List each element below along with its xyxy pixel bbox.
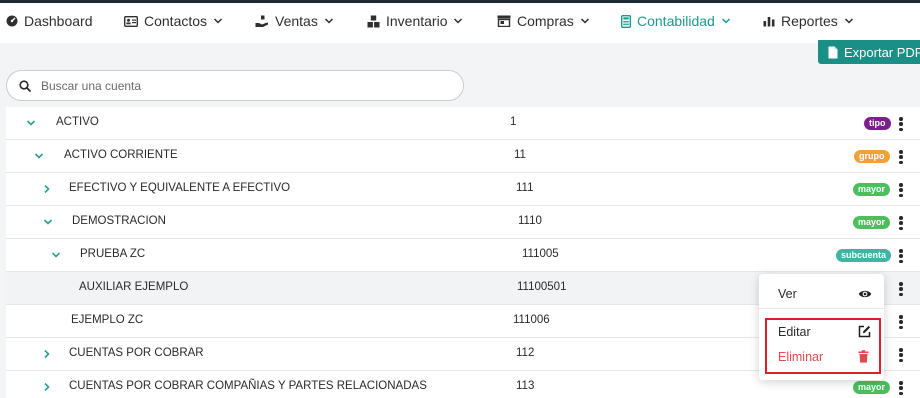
chevron-right-icon[interactable] bbox=[42, 349, 52, 359]
account-name: CUENTAS POR COBRAR COMPAÑIAS Y PARTES RE… bbox=[69, 380, 427, 392]
account-type-badge: grupo bbox=[854, 150, 890, 163]
chevron-down-icon bbox=[324, 18, 333, 24]
account-type-badge: mayor bbox=[853, 183, 891, 196]
export-pdf-label: Exportar PDF bbox=[844, 44, 920, 60]
more-options-icon[interactable] bbox=[895, 280, 907, 298]
more-options-icon[interactable] bbox=[895, 115, 907, 133]
document-icon bbox=[828, 46, 838, 58]
account-code: 112 bbox=[516, 347, 535, 359]
more-options-icon[interactable] bbox=[895, 379, 907, 397]
nav-dashboard[interactable]: Dashboard bbox=[6, 13, 93, 29]
account-code: 113 bbox=[516, 380, 535, 392]
account-type-badge: tipo bbox=[864, 117, 891, 130]
chevron-down-icon[interactable] bbox=[51, 250, 61, 260]
highlight-annotation bbox=[765, 318, 881, 374]
search-icon bbox=[19, 79, 31, 92]
more-options-icon[interactable] bbox=[895, 247, 907, 265]
nav-inventario[interactable]: Inventario bbox=[367, 13, 463, 29]
account-name: PRUEBA ZC bbox=[80, 248, 146, 260]
nav-label: Dashboard bbox=[24, 13, 93, 29]
menu-item-view[interactable]: Ver bbox=[759, 282, 884, 306]
account-type-badge: mayor bbox=[853, 381, 891, 394]
chevron-down-icon[interactable] bbox=[26, 118, 36, 128]
chevron-down-icon[interactable] bbox=[43, 217, 53, 227]
account-code: 1 bbox=[510, 116, 517, 128]
chevron-down-icon bbox=[454, 18, 463, 24]
account-code: 111 bbox=[516, 182, 534, 194]
nav-label: Contabilidad bbox=[637, 13, 715, 29]
sales-hand-icon bbox=[255, 15, 268, 27]
contacts-card-icon bbox=[124, 15, 138, 27]
boxes-icon bbox=[367, 15, 380, 27]
more-options-icon[interactable] bbox=[895, 214, 907, 232]
tree-row[interactable]: DEMOSTRACION 1110 mayor bbox=[6, 206, 920, 239]
account-name: CUENTAS POR COBRAR bbox=[69, 347, 204, 359]
account-code: 111006 bbox=[513, 314, 550, 326]
search-input[interactable] bbox=[41, 78, 463, 93]
eye-icon bbox=[858, 290, 872, 298]
chevron-down-icon bbox=[580, 18, 589, 24]
bar-chart-icon bbox=[763, 17, 775, 27]
dashboard-icon bbox=[6, 15, 18, 27]
chevron-down-icon bbox=[214, 18, 223, 24]
nav-label: Inventario bbox=[386, 13, 448, 29]
nav-contactos[interactable]: Contactos bbox=[124, 13, 223, 29]
search-box bbox=[6, 70, 464, 101]
account-name: DEMOSTRACION bbox=[72, 215, 166, 227]
more-options-icon[interactable] bbox=[895, 346, 907, 364]
nav-ventas[interactable]: Ventas bbox=[255, 13, 334, 29]
more-options-icon[interactable] bbox=[895, 181, 907, 199]
chevron-down-icon bbox=[721, 18, 730, 24]
chevron-down-icon bbox=[844, 18, 853, 24]
account-name: ACTIVO bbox=[56, 116, 99, 128]
tree-row[interactable]: ACTIVO 1 tipo bbox=[6, 107, 920, 140]
nav-label: Compras bbox=[517, 13, 574, 29]
store-icon bbox=[497, 15, 511, 27]
account-type-badge: subcuenta bbox=[836, 249, 892, 262]
nav-compras[interactable]: Compras bbox=[497, 13, 590, 29]
chevron-right-icon[interactable] bbox=[42, 382, 52, 392]
nav-label: Reportes bbox=[781, 13, 838, 29]
account-name: AUXILIAR EJEMPLO bbox=[79, 281, 189, 293]
account-name: EJEMPLO ZC bbox=[71, 314, 144, 326]
nav-label: Ventas bbox=[275, 13, 318, 29]
chevron-right-icon[interactable] bbox=[42, 184, 52, 194]
account-code: 11 bbox=[514, 149, 526, 161]
more-options-icon[interactable] bbox=[895, 148, 907, 166]
tree-row[interactable]: EFECTIVO Y EQUIVALENTE A EFECTIVO 111 ma… bbox=[6, 173, 920, 206]
account-code: 1110 bbox=[518, 215, 542, 227]
account-name: EFECTIVO Y EQUIVALENTE A EFECTIVO bbox=[69, 182, 291, 194]
account-type-badge: mayor bbox=[853, 216, 891, 229]
menu-divider bbox=[759, 308, 884, 309]
account-code: 111005 bbox=[522, 248, 559, 260]
account-name: ACTIVO CORRIENTE bbox=[64, 149, 178, 161]
calculator-icon bbox=[621, 14, 631, 28]
export-pdf-button[interactable]: Exportar PDF bbox=[818, 40, 920, 64]
tree-row[interactable]: ACTIVO CORRIENTE 11 grupo bbox=[6, 140, 920, 173]
chevron-down-icon[interactable] bbox=[34, 151, 44, 161]
nav-contabilidad[interactable]: Contabilidad bbox=[621, 13, 731, 29]
tree-row[interactable]: PRUEBA ZC 111005 subcuenta bbox=[6, 239, 920, 272]
main-nav: Dashboard Contactos Ventas Inventario Co… bbox=[0, 3, 920, 43]
account-code: 11100501 bbox=[517, 281, 567, 293]
nav-reportes[interactable]: Reportes bbox=[763, 13, 854, 29]
more-options-icon[interactable] bbox=[895, 313, 907, 331]
nav-label: Contactos bbox=[144, 13, 208, 29]
menu-label: Ver bbox=[778, 287, 797, 301]
